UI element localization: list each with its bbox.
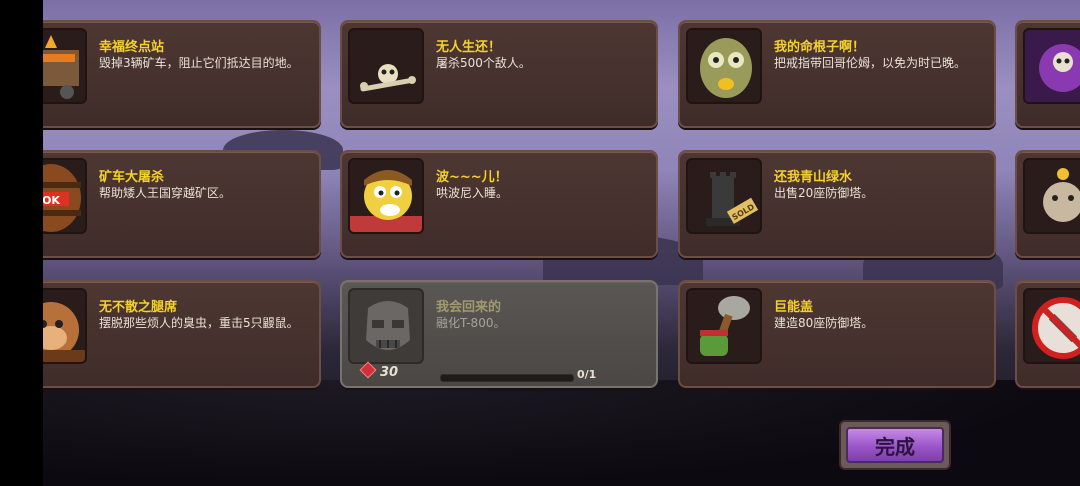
achievements-screen: 幸福终点站 毁掉3辆矿车，阻止它们抵达目的地。 OK 矿车大屠杀 帮助矮人王国穿… bbox=[43, 0, 1080, 486]
no-tools-icon bbox=[1023, 288, 1080, 364]
achievement-desc: 融化T-800。 bbox=[436, 316, 506, 330]
achievement-title: 我的命根子啊！ bbox=[774, 40, 866, 55]
progress-bar bbox=[440, 374, 574, 382]
achievement-desc: 毁掉3辆矿车，阻止它们抵达目的地。 bbox=[99, 56, 299, 70]
achievement-title: 矿车大屠杀 bbox=[99, 170, 165, 185]
done-button-label: 完成 bbox=[846, 427, 944, 463]
sold-tower-icon: SOLD bbox=[686, 158, 762, 234]
barney-icon bbox=[348, 158, 424, 234]
achievement-card[interactable] bbox=[1015, 280, 1080, 388]
bones-icon bbox=[348, 28, 424, 104]
svg-text:OK: OK bbox=[43, 194, 60, 207]
achievement-title: 无不散之腿席 bbox=[99, 300, 178, 315]
achievement-desc: 帮助矮人王国穿越矿区。 bbox=[99, 186, 232, 200]
reward-gems: 30 bbox=[359, 361, 399, 380]
achievement-desc: 哄波尼入睡。 bbox=[436, 186, 509, 200]
achievement-card[interactable] bbox=[1015, 20, 1080, 128]
minecart-icon bbox=[43, 28, 87, 104]
achievement-card[interactable]: 幸福终点站 毁掉3辆矿车，阻止它们抵达目的地。 bbox=[43, 20, 321, 128]
achievement-card[interactable]: 波~~~儿！ 哄波尼入睡。 bbox=[340, 150, 658, 258]
left-letterbox bbox=[0, 0, 43, 486]
achievement-desc: 摆脱那些烦人的臭虫，重击5只鼹鼠。 bbox=[99, 316, 299, 330]
achievement-card[interactable]: 无人生还！ 屠杀500个敌人。 bbox=[340, 20, 658, 128]
achievement-title: 我会回来的 bbox=[436, 300, 502, 315]
achievement-title: 还我青山绿水 bbox=[774, 170, 853, 185]
achievement-card[interactable]: OK 矿车大屠杀 帮助矮人王国穿越矿区。 bbox=[43, 150, 321, 258]
terminator-icon bbox=[348, 288, 424, 364]
achievement-title: 无人生还！ bbox=[436, 40, 502, 55]
bomb-dwarf-icon bbox=[1023, 158, 1080, 234]
achievement-card[interactable] bbox=[1015, 150, 1080, 258]
achievement-title: 巨能盖 bbox=[774, 300, 814, 315]
achievement-card[interactable]: 我的命根子啊！ 把戒指带回哥伦姆，以免为时已晚。 bbox=[678, 20, 996, 128]
gem-icon bbox=[359, 361, 377, 379]
achievement-card[interactable]: 无不散之腿席 摆脱那些烦人的臭虫，重击5只鼹鼠。 bbox=[43, 280, 321, 388]
done-button[interactable]: 完成 bbox=[839, 420, 951, 470]
achievement-card[interactable]: SOLD 还我青山绿水 出售20座防御塔。 bbox=[678, 150, 996, 258]
reward-amount: 30 bbox=[380, 365, 399, 380]
achievement-desc: 出售20座防御塔。 bbox=[774, 186, 874, 200]
achievement-desc: 建造80座防御塔。 bbox=[774, 316, 874, 330]
achievement-card[interactable]: 巨能盖 建造80座防御塔。 bbox=[678, 280, 996, 388]
tnt-barrel-icon: OK bbox=[43, 158, 87, 234]
achievement-desc: 屠杀500个敌人。 bbox=[436, 56, 531, 70]
progress-text: 0/1 bbox=[577, 368, 597, 381]
achievement-desc: 把戒指带回哥伦姆，以免为时已晚。 bbox=[774, 56, 967, 70]
monkey-icon bbox=[43, 288, 87, 364]
achievement-title: 幸福终点站 bbox=[99, 40, 165, 55]
hammer-icon bbox=[686, 288, 762, 364]
skull-potion-icon bbox=[1023, 28, 1080, 104]
achievement-title: 波~~~儿！ bbox=[436, 170, 508, 185]
achievement-card-locked[interactable]: 我会回来的 融化T-800。 30 0/1 bbox=[340, 280, 658, 388]
gollum-icon bbox=[686, 28, 762, 104]
